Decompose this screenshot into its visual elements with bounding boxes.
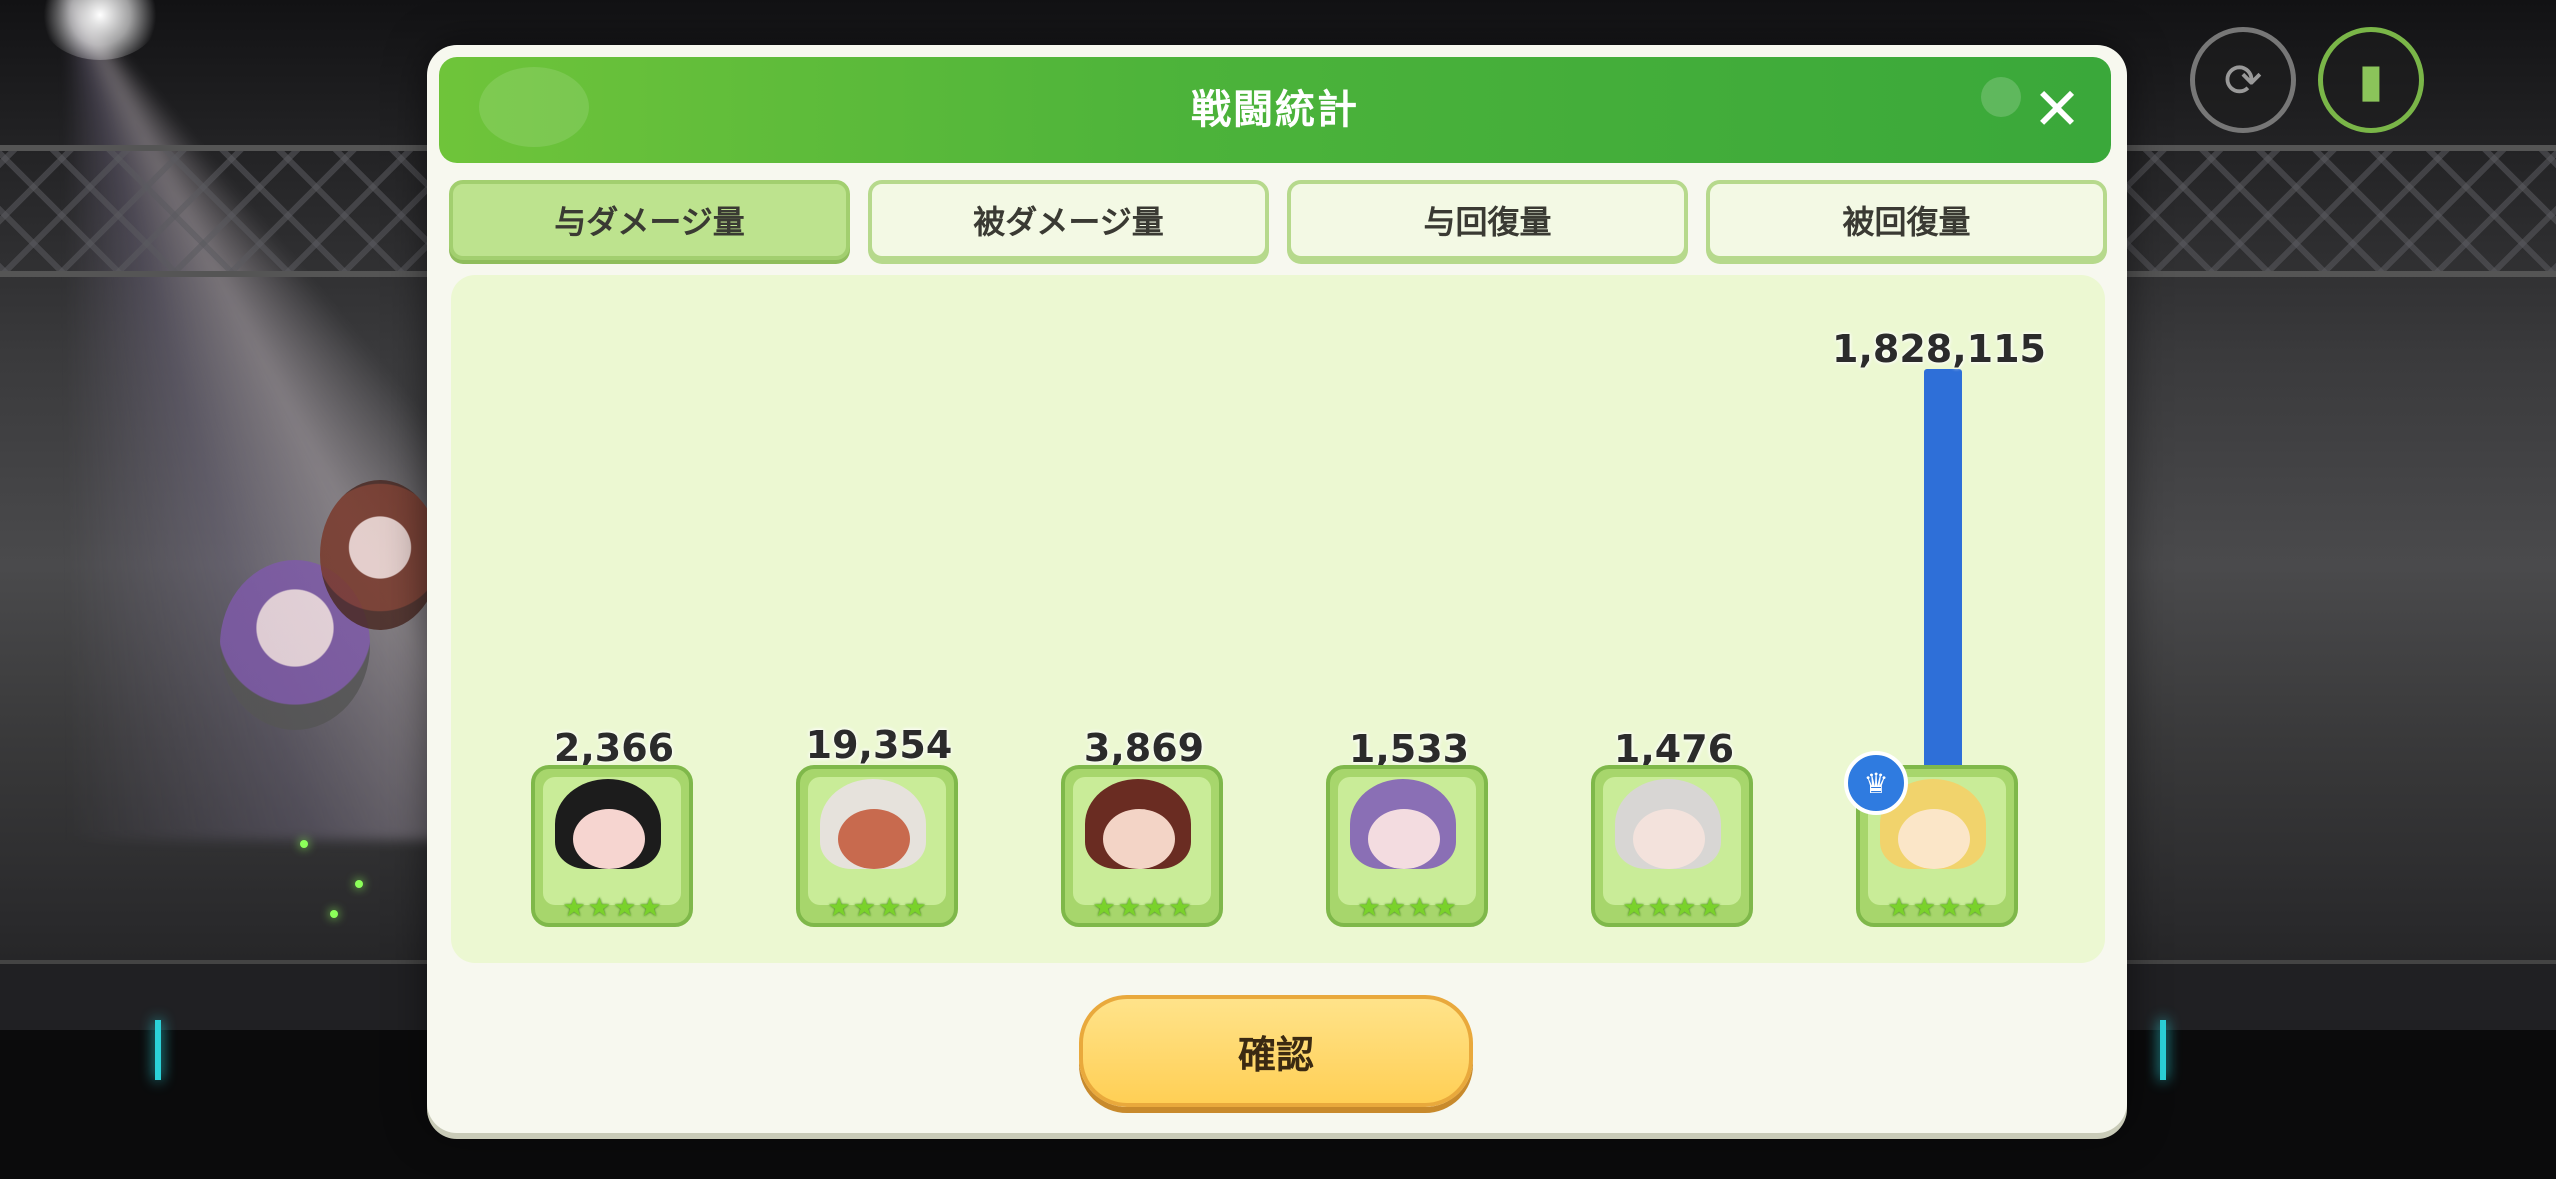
character-face: [1633, 809, 1705, 869]
star-rating: ★ ★ ★ ★: [1595, 893, 1749, 923]
star-rating: ★ ★ ★ ★: [1330, 893, 1484, 923]
star-icon: ★: [613, 893, 637, 923]
background-character: [320, 480, 440, 630]
character-portrait[interactable]: ★ ★ ★ ★: [1326, 765, 1488, 927]
damage-value-label: 19,354: [805, 723, 953, 767]
character-portrait[interactable]: ★ ★ ★ ★: [1591, 765, 1753, 927]
sparkle-effect: [300, 840, 308, 848]
star-icon: ★: [827, 893, 851, 923]
sparkle-effect: [330, 910, 338, 918]
star-icon: ★: [1647, 893, 1671, 923]
star-icon: ★: [852, 893, 876, 923]
star-icon: ★: [1912, 893, 1936, 923]
star-rating: ★ ★ ★ ★: [1065, 893, 1219, 923]
star-rating: ★ ★ ★ ★: [535, 893, 689, 923]
chart-column: 2,366 ★ ★ ★ ★: [531, 694, 697, 927]
character-portrait[interactable]: ★ ★ ★ ★: [796, 765, 958, 927]
character-portrait[interactable]: ★ ★ ★ ★: [531, 765, 693, 927]
close-icon: ✕: [2032, 75, 2082, 143]
bar-chart-icon: ▮: [2358, 53, 2384, 107]
star-icon: ★: [1673, 893, 1697, 923]
refresh-icon: ⟳: [2223, 53, 2263, 107]
chart-column: 1,476 ★ ★ ★ ★: [1591, 695, 1757, 927]
star-icon: ★: [638, 893, 662, 923]
chart-column: 19,354 ★ ★ ★ ★: [796, 691, 962, 927]
character-portrait[interactable]: ★ ★ ★ ★: [1061, 765, 1223, 927]
star-icon: ★: [1408, 893, 1432, 923]
damage-bar: [1924, 369, 1962, 769]
star-icon: ★: [878, 893, 902, 923]
tab-healing-received[interactable]: 被回復量: [1706, 180, 2107, 260]
character-face: [1368, 809, 1440, 869]
star-icon: ★: [1622, 893, 1646, 923]
damage-value-label: 3,869: [1083, 726, 1205, 770]
tab-damage-dealt[interactable]: 与ダメージ量: [449, 180, 850, 260]
star-icon: ★: [1143, 893, 1167, 923]
close-button[interactable]: ✕: [2027, 79, 2087, 139]
confirm-button[interactable]: 確認: [1079, 995, 1473, 1107]
damage-chart: 2,366 ★ ★ ★ ★ 19,354 ★ ★ ★ ★ 3,869 ★ ★ ★ ★ 1,533 ★ ★ ★ ★ 1,4…: [451, 275, 2105, 963]
chart-column: 1,828,115 ★ ★ ★ ★ ♛: [1832, 295, 2046, 927]
battle-stats-dialog: 戦闘統計 ✕ 与ダメージ量 被ダメージ量 与回復量 被回復量 2,366 ★ ★ ★ ★…: [427, 45, 2127, 1133]
neon-light: [155, 1020, 161, 1080]
star-icon: ★: [1117, 893, 1141, 923]
star-icon: ★: [1433, 893, 1457, 923]
damage-value-label: 2,366: [553, 726, 675, 770]
battle-stats-button[interactable]: ▮: [2318, 27, 2424, 133]
chart-column: 3,869 ★ ★ ★ ★: [1061, 694, 1227, 927]
character-face: [1898, 809, 1970, 869]
character-face: [573, 809, 645, 869]
star-icon: ★: [1963, 893, 1987, 923]
star-rating: ★ ★ ★ ★: [1860, 893, 2014, 923]
star-icon: ★: [1168, 893, 1192, 923]
dialog-title: 戦闘統計: [1191, 87, 1359, 133]
sparkle-effect: [355, 880, 363, 888]
star-icon: ★: [903, 893, 927, 923]
damage-value-label: 1,828,115: [1832, 327, 2046, 371]
star-icon: ★: [562, 893, 586, 923]
star-icon: ★: [1357, 893, 1381, 923]
star-icon: ★: [1938, 893, 1962, 923]
leader-badge-icon: ♛: [1844, 751, 1908, 815]
dialog-header: 戦闘統計 ✕: [439, 57, 2111, 163]
character-face: [838, 809, 910, 869]
star-icon: ★: [587, 893, 611, 923]
stats-tabs: 与ダメージ量 被ダメージ量 与回復量 被回復量: [449, 180, 2107, 260]
character-face: [1103, 809, 1175, 869]
star-icon: ★: [1698, 893, 1722, 923]
tab-damage-taken[interactable]: 被ダメージ量: [868, 180, 1269, 260]
star-icon: ★: [1382, 893, 1406, 923]
star-rating: ★ ★ ★ ★: [800, 893, 954, 923]
refresh-button[interactable]: ⟳: [2190, 27, 2296, 133]
tab-healing-dealt[interactable]: 与回復量: [1287, 180, 1688, 260]
star-icon: ★: [1092, 893, 1116, 923]
chart-column: 1,533 ★ ★ ★ ★: [1326, 695, 1492, 927]
star-icon: ★: [1887, 893, 1911, 923]
neon-light: [2160, 1020, 2166, 1080]
